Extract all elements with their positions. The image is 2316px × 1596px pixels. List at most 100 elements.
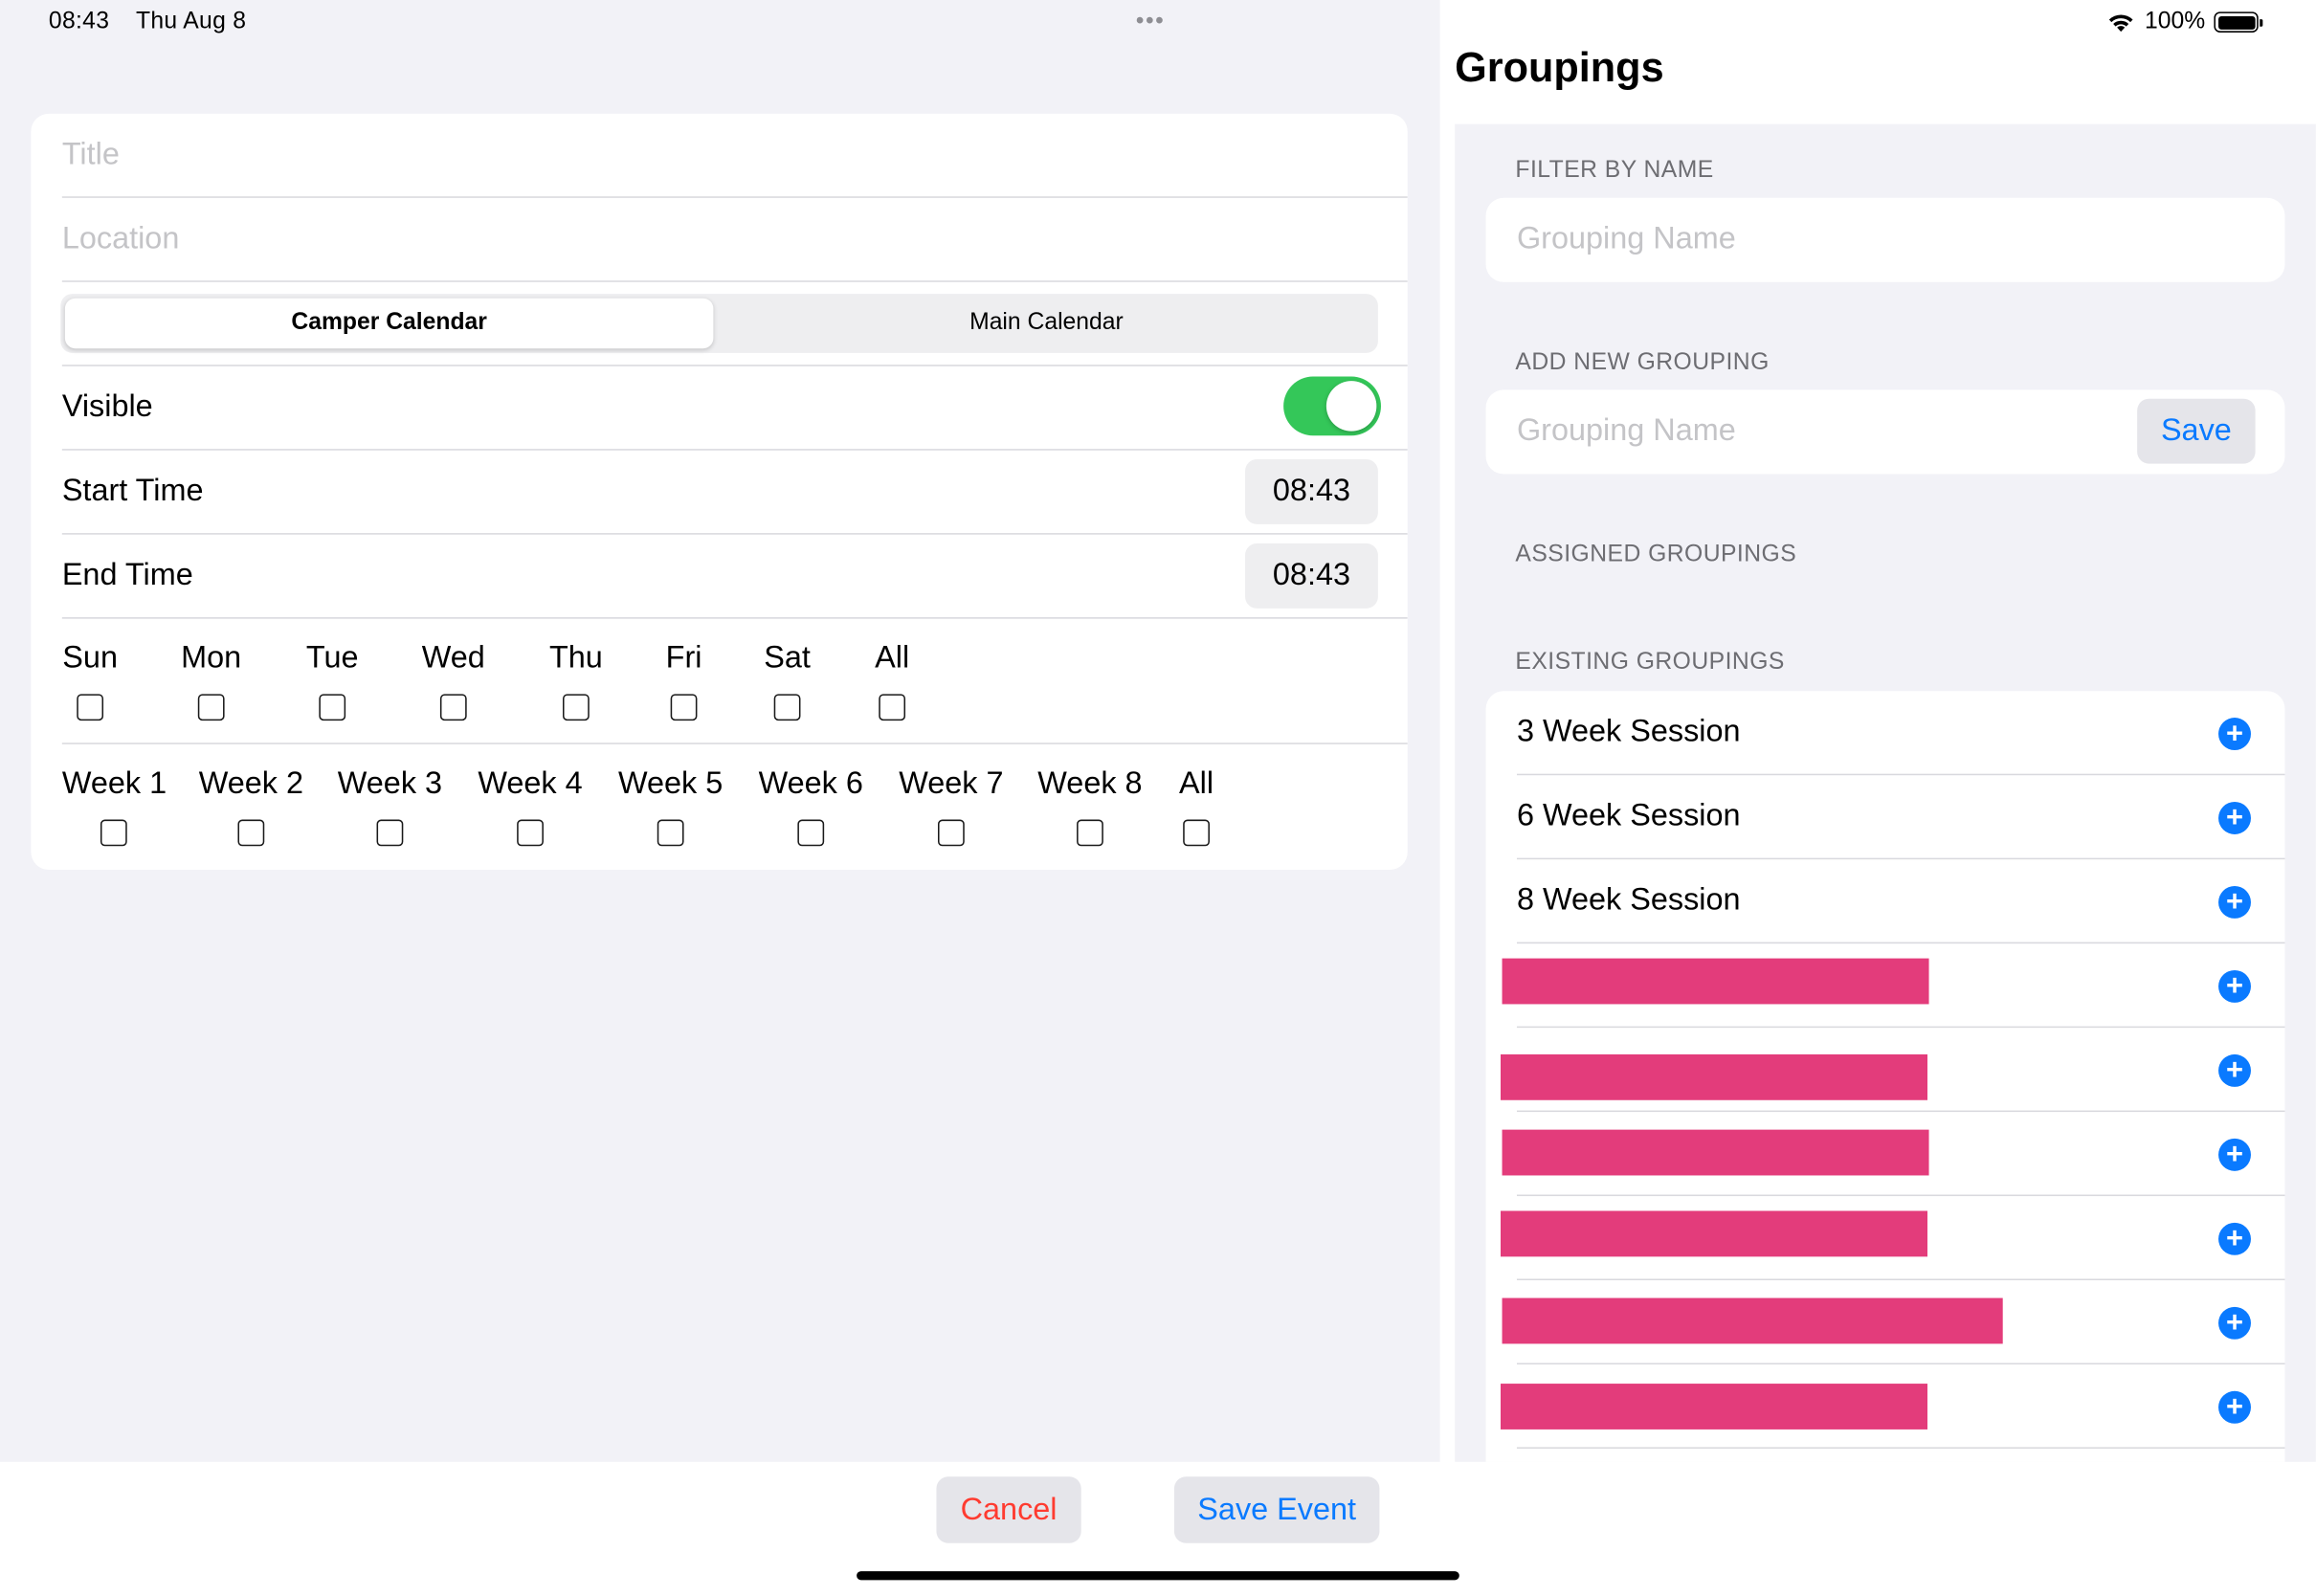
week-8-checkbox[interactable] — [1077, 819, 1103, 847]
week-7-checkbox[interactable] — [937, 819, 965, 847]
day-option-thu: Thu — [546, 641, 606, 728]
sun-checkbox[interactable] — [77, 694, 104, 721]
week-option-4: Week 4 — [477, 766, 583, 853]
home-indicator[interactable] — [857, 1571, 1459, 1581]
divider — [61, 280, 1408, 282]
day-option-all: All — [870, 641, 914, 728]
week-option-all: All — [1175, 766, 1216, 853]
title-field[interactable]: Title — [62, 138, 120, 173]
divider — [1516, 1447, 2285, 1449]
toggle-knob — [1325, 381, 1377, 432]
day-option-mon: Mon — [176, 641, 247, 728]
grouping-name: 8 Week Session — [1516, 882, 1741, 918]
week-option-6: Week 6 — [758, 766, 864, 853]
segment-camper-calendar[interactable]: Camper Calendar — [64, 298, 714, 349]
grouping-row: + — [1486, 1028, 2285, 1113]
week-option-8: Week 8 — [1036, 766, 1143, 853]
filter-section-header: FILTER BY NAME — [1515, 158, 1714, 184]
location-field[interactable]: Location — [62, 221, 180, 256]
segment-main-calendar[interactable]: Main Calendar — [720, 299, 1374, 348]
start-time-label: Start Time — [61, 474, 204, 508]
add-grouping-icon[interactable]: + — [2218, 1053, 2251, 1087]
action-bar: Cancel Save Event — [0, 1461, 2316, 1592]
week-6-checkbox[interactable] — [797, 819, 825, 847]
new-grouping-input[interactable]: Grouping Name — [1517, 413, 1736, 449]
grouping-row: + — [1486, 1364, 2285, 1449]
add-grouping-icon[interactable]: + — [2218, 1306, 2251, 1340]
status-time: 08:43 — [48, 9, 110, 34]
multitask-dots-icon[interactable]: ••• — [1136, 9, 1166, 35]
day-option-fri: Fri — [661, 641, 705, 728]
battery-percent: 100% — [2144, 9, 2206, 34]
week-option-2: Week 2 — [198, 766, 304, 853]
grouping-row: 6 Week Session + — [1486, 775, 2285, 860]
week-option-1: Week 1 — [62, 766, 167, 853]
divider — [61, 365, 1408, 366]
divider — [61, 533, 1408, 535]
event-editor-pane: 08:43 Thu Aug 8 ••• Title Location Campe… — [0, 0, 1440, 1462]
add-grouping-icon[interactable]: + — [2218, 718, 2251, 750]
week-option-7: Week 7 — [898, 766, 1004, 853]
groupings-list: FILTER BY NAME Grouping Name ADD NEW GRO… — [1455, 123, 2316, 1462]
battery-icon — [2214, 11, 2263, 33]
divider — [61, 743, 1408, 744]
week-4-checkbox[interactable] — [517, 819, 544, 847]
wed-checkbox[interactable] — [439, 694, 467, 721]
calendar-segmented-control: Camper Calendar Main Calendar — [60, 294, 1378, 353]
status-date: Thu Aug 8 — [135, 9, 247, 34]
visible-label: Visible — [61, 389, 153, 424]
week-5-checkbox[interactable] — [657, 819, 684, 847]
day-option-sun: Sun — [62, 641, 119, 728]
cancel-button[interactable]: Cancel — [936, 1476, 1081, 1543]
sat-checkbox[interactable] — [773, 694, 801, 721]
redacted-name — [1500, 1384, 1928, 1430]
filter-field-card: Grouping Name — [1485, 197, 2285, 282]
event-form-card: Title Location Camper Calendar Main Cale… — [31, 113, 1408, 871]
add-grouping-icon[interactable]: + — [2218, 1390, 2251, 1424]
thu-checkbox[interactable] — [562, 694, 590, 721]
all-weeks-checkbox[interactable] — [1183, 819, 1210, 847]
page-title: Groupings — [1455, 44, 1664, 91]
grouping-row: + — [1486, 1280, 2285, 1365]
tue-checkbox[interactable] — [319, 694, 346, 721]
week-1-checkbox[interactable] — [100, 819, 127, 847]
grouping-name: 3 Week Session — [1516, 714, 1741, 749]
add-grouping-card: Grouping Name Save — [1485, 389, 2285, 475]
divider — [61, 449, 1408, 451]
save-grouping-button[interactable]: Save — [2137, 398, 2256, 464]
add-grouping-icon[interactable]: + — [2218, 969, 2251, 1003]
week-option-3: Week 3 — [337, 766, 443, 853]
start-time-picker[interactable]: 08:43 — [1245, 458, 1378, 524]
filter-grouping-input[interactable]: Grouping Name — [1517, 221, 1736, 256]
existing-section-header: EXISTING GROUPINGS — [1515, 650, 1785, 676]
day-option-wed: Wed — [418, 641, 489, 728]
add-grouping-icon[interactable]: + — [2218, 1222, 2251, 1255]
grouping-name: 6 Week Session — [1516, 798, 1741, 833]
redacted-name — [1500, 1053, 1928, 1100]
add-grouping-icon[interactable]: + — [2218, 885, 2251, 919]
groupings-pane: 100% Groupings FILTER BY NAME Grouping N… — [1439, 0, 2316, 1462]
add-section-header: ADD NEW GROUPING — [1515, 349, 1770, 375]
end-time-picker[interactable]: 08:43 — [1245, 543, 1378, 609]
existing-groupings-card: 3 Week Session + 6 Week Session + 8 Week… — [1485, 691, 2285, 1462]
app-screen: 08:43 Thu Aug 8 ••• Title Location Campe… — [0, 0, 2316, 1592]
week-3-checkbox[interactable] — [376, 819, 404, 847]
week-2-checkbox[interactable] — [237, 819, 265, 847]
divider — [61, 196, 1408, 198]
visible-toggle[interactable] — [1283, 376, 1381, 436]
add-grouping-icon[interactable]: + — [2218, 1138, 2251, 1171]
mon-checkbox[interactable] — [197, 694, 225, 721]
divider — [61, 617, 1408, 619]
day-option-sat: Sat — [761, 641, 814, 728]
all-days-checkbox[interactable] — [879, 694, 906, 721]
save-event-button[interactable]: Save Event — [1173, 1476, 1380, 1543]
grouping-row: 8 Week Session + — [1486, 859, 2285, 944]
fri-checkbox[interactable] — [670, 694, 698, 721]
redacted-name — [1502, 958, 1929, 1005]
grouping-row: + — [1486, 943, 2285, 1029]
week-option-5: Week 5 — [617, 766, 724, 853]
grouping-row: 3 Week Session + — [1486, 691, 2285, 776]
redacted-name — [1500, 1210, 1928, 1257]
add-grouping-icon[interactable]: + — [2218, 802, 2251, 834]
assigned-section-header: ASSIGNED GROUPINGS — [1515, 542, 1797, 567]
